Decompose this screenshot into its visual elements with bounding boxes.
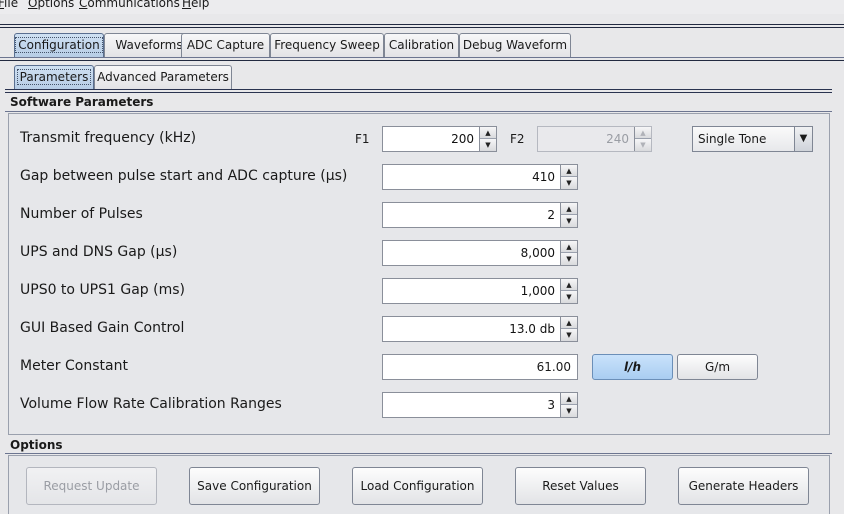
decrement-icon[interactable]: ▼ — [561, 291, 577, 303]
f1-spinner[interactable]: 200 ▲ ▼ — [382, 126, 497, 152]
menu-options[interactable]: Options — [28, 0, 74, 9]
increment-icon[interactable]: ▲ — [561, 203, 577, 215]
ups-dns-gap-spinner[interactable]: 8,000 ▲ ▼ — [382, 240, 578, 266]
ups-dns-gap-label: UPS and DNS Gap (µs) — [20, 244, 178, 260]
gain-control-label: GUI Based Gain Control — [20, 320, 185, 336]
save-configuration-button[interactable]: Save Configuration — [189, 467, 320, 505]
divider — [0, 60, 844, 61]
decrement-icon[interactable]: ▼ — [561, 253, 577, 265]
generate-headers-button[interactable]: Generate Headers — [678, 467, 809, 505]
gap-pulse-adc-spinner[interactable]: 410 ▲ ▼ — [382, 164, 578, 190]
unit-gm-toggle[interactable]: G/m — [677, 354, 758, 380]
ups0-ups1-gap-value: 1,000 — [520, 284, 555, 298]
increment-icon[interactable]: ▲ — [561, 317, 577, 329]
divider — [5, 89, 832, 90]
menu-bar: File Options Communications Help — [0, 0, 844, 14]
divider — [5, 92, 832, 93]
tab-advanced-parameters[interactable]: Advanced Parameters — [94, 65, 232, 89]
num-pulses-label: Number of Pulses — [20, 206, 143, 222]
decrement-icon[interactable]: ▼ — [561, 405, 577, 417]
menu-help[interactable]: Help — [182, 0, 209, 9]
reset-values-button[interactable]: Reset Values — [515, 467, 646, 505]
vfr-ranges-label: Volume Flow Rate Calibration Ranges — [20, 396, 282, 412]
divider — [5, 111, 832, 112]
num-pulses-spinner[interactable]: 2 ▲ ▼ — [382, 202, 578, 228]
gap-pulse-adc-label: Gap between pulse start and ADC capture … — [20, 168, 348, 184]
divider — [0, 57, 844, 58]
tab-calibration[interactable]: Calibration — [384, 33, 459, 57]
vfr-ranges-value: 3 — [547, 398, 555, 412]
increment-icon[interactable]: ▲ — [561, 165, 577, 177]
ups0-ups1-gap-label: UPS0 to UPS1 Gap (ms) — [20, 282, 185, 298]
f2-spinner: 240 ▲ ▼ — [537, 126, 652, 152]
section-title-options: Options — [10, 438, 63, 452]
divider — [5, 453, 832, 454]
gain-control-spinner[interactable]: 13.0 db ▲ ▼ — [382, 316, 578, 342]
decrement-icon[interactable]: ▼ — [480, 139, 496, 151]
tone-mode-value: Single Tone — [698, 132, 767, 146]
tab-frequency-sweep[interactable]: Frequency Sweep — [270, 33, 384, 57]
decrement-icon[interactable]: ▼ — [561, 215, 577, 227]
increment-icon[interactable]: ▲ — [561, 241, 577, 253]
increment-icon[interactable]: ▲ — [561, 279, 577, 291]
f1-value: 200 — [451, 132, 474, 146]
menu-file[interactable]: File — [0, 0, 18, 9]
unit-lh-toggle[interactable]: l/h — [592, 354, 673, 380]
tab-parameters[interactable]: Parameters — [14, 65, 94, 89]
num-pulses-value: 2 — [547, 208, 555, 222]
software-parameters-panel — [8, 113, 830, 435]
request-update-button: Request Update — [26, 467, 157, 505]
meter-constant-label: Meter Constant — [20, 358, 128, 374]
tab-adc-capture[interactable]: ADC Capture — [181, 33, 270, 57]
chevron-down-icon[interactable]: ▼ — [794, 127, 812, 151]
ups0-ups1-gap-spinner[interactable]: 1,000 ▲ ▼ — [382, 278, 578, 304]
ups-dns-gap-value: 8,000 — [520, 246, 555, 260]
increment-icon[interactable]: ▲ — [561, 393, 577, 405]
tone-mode-select[interactable]: Single Tone ▼ — [692, 126, 813, 152]
gap-pulse-adc-value: 410 — [532, 170, 555, 184]
section-title-software-parameters: Software Parameters — [10, 95, 154, 109]
increment-icon: ▲ — [635, 127, 651, 139]
f2-value: 240 — [606, 132, 629, 146]
f2-label: F2 — [510, 132, 525, 146]
decrement-icon[interactable]: ▼ — [561, 177, 577, 189]
menu-communications[interactable]: Communications — [79, 0, 180, 9]
vfr-ranges-spinner[interactable]: 3 ▲ ▼ — [382, 392, 578, 418]
f1-label: F1 — [355, 132, 370, 146]
decrement-icon: ▼ — [635, 139, 651, 151]
divider — [0, 27, 844, 28]
meter-constant-value: 61.00 — [536, 360, 571, 374]
load-configuration-button[interactable]: Load Configuration — [352, 467, 483, 505]
gain-control-value: 13.0 db — [509, 322, 555, 336]
increment-icon[interactable]: ▲ — [480, 127, 496, 139]
decrement-icon[interactable]: ▼ — [561, 329, 577, 341]
tab-debug-waveform[interactable]: Debug Waveform — [459, 33, 571, 57]
transmit-frequency-label: Transmit frequency (kHz) — [20, 130, 197, 146]
meter-constant-field[interactable]: 61.00 — [382, 354, 578, 380]
divider — [0, 24, 844, 25]
tab-configuration[interactable]: Configuration — [14, 33, 104, 57]
